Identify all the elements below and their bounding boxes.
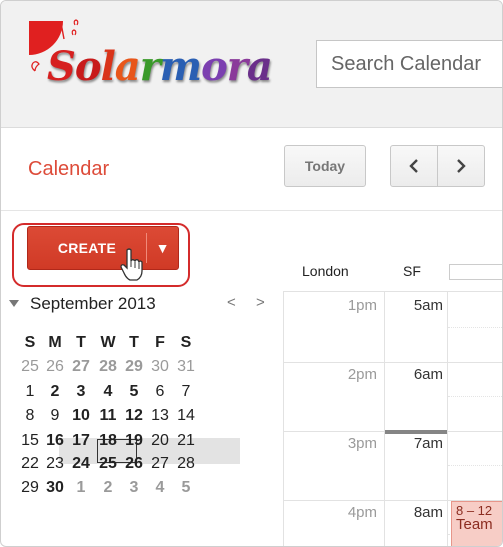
weekday-header: W xyxy=(100,334,116,351)
timezone-london-label: London xyxy=(302,263,349,279)
chevron-right-icon xyxy=(457,159,466,173)
mini-calendar-day[interactable]: 26 xyxy=(44,356,66,378)
mini-calendar-day[interactable]: 3 xyxy=(123,477,145,499)
mini-calendar-day[interactable]: 20 xyxy=(149,430,171,452)
mini-calendar-day[interactable]: 13 xyxy=(149,405,171,427)
mini-calendar-day[interactable]: 24 xyxy=(70,453,92,475)
mini-calendar-day[interactable]: 28 xyxy=(97,356,119,378)
weekday-header: S xyxy=(180,334,192,351)
weekday-header: M xyxy=(48,334,62,351)
create-button[interactable]: CREATE ▼ xyxy=(27,226,179,270)
weekday-header: T xyxy=(129,334,139,351)
mini-calendar-day[interactable]: 30 xyxy=(44,477,66,499)
mini-calendar-day[interactable]: 9 xyxy=(44,405,66,427)
mini-calendar-day[interactable]: 1 xyxy=(70,477,92,499)
hour-label-sf: 8am xyxy=(413,504,443,521)
mini-calendar-day[interactable]: 12 xyxy=(123,405,145,427)
hour-label-london: 2pm xyxy=(347,366,377,383)
mini-calendar-day[interactable]: 26 xyxy=(123,453,145,475)
tz-divider xyxy=(384,291,385,546)
mini-calendar-day[interactable]: 27 xyxy=(70,356,92,378)
calendar-window: Solarmora Calendar Today CREATE ▼ Septem… xyxy=(0,0,503,547)
mini-prev-month-button[interactable]: < xyxy=(227,294,236,311)
mini-calendar-day[interactable]: 6 xyxy=(149,381,171,403)
mini-calendar-month[interactable]: September 2013 xyxy=(30,294,156,314)
logo-wordmark: Solarmora xyxy=(47,43,273,90)
mini-calendar-day[interactable]: 2 xyxy=(97,477,119,499)
mini-calendar-day[interactable]: 8 xyxy=(19,405,41,427)
mini-calendar-day[interactable]: 5 xyxy=(123,381,145,403)
app-header: Solarmora xyxy=(1,1,502,128)
grid-left-border xyxy=(283,291,284,546)
page-title: Calendar xyxy=(28,158,110,180)
mini-calendar-day[interactable]: 16 xyxy=(44,430,66,452)
today-button[interactable]: Today xyxy=(284,145,366,187)
mini-calendar-day[interactable]: 21 xyxy=(175,430,197,452)
mini-next-month-button[interactable]: > xyxy=(256,294,265,311)
mini-calendar-day[interactable]: 18 xyxy=(97,430,119,452)
mini-calendar-day[interactable]: 3 xyxy=(70,381,92,403)
grid-top-border xyxy=(283,291,502,292)
mini-calendar-day[interactable]: 2 xyxy=(44,381,66,403)
mini-calendar-day[interactable]: 14 xyxy=(175,405,197,427)
search-box[interactable] xyxy=(316,40,502,88)
mini-calendar-day[interactable]: 27 xyxy=(149,453,171,475)
mini-calendar-day[interactable]: 19 xyxy=(123,430,145,452)
half-hour-line xyxy=(448,396,502,397)
half-hour-line xyxy=(448,465,502,466)
half-hour-line xyxy=(448,327,502,328)
solarmora-logo[interactable]: Solarmora xyxy=(13,19,273,115)
mini-calendar-day[interactable]: 15 xyxy=(19,430,41,452)
hour-label-london: 3pm xyxy=(347,435,377,452)
mini-calendar-day[interactable]: 23 xyxy=(44,453,66,475)
weekday-header: S xyxy=(24,334,36,351)
mini-calendar-day[interactable]: 4 xyxy=(149,477,171,499)
mini-calendar-day[interactable]: 11 xyxy=(97,405,119,427)
mini-calendar-day[interactable]: 30 xyxy=(149,356,171,378)
create-dropdown-button[interactable]: ▼ xyxy=(147,227,178,269)
mini-calendar-day[interactable]: 1 xyxy=(19,381,41,403)
mini-calendar-day[interactable]: 28 xyxy=(175,453,197,475)
mini-calendar-day[interactable]: 17 xyxy=(70,430,92,452)
hour-line xyxy=(283,362,502,363)
timezone-sf-label: SF xyxy=(403,263,421,279)
hour-label-sf: 7am xyxy=(413,435,443,452)
hour-label-sf: 6am xyxy=(413,366,443,383)
calendar-toolbar: Calendar Today xyxy=(1,128,502,211)
hand-cursor-icon xyxy=(120,248,143,281)
chevron-left-icon xyxy=(409,159,418,173)
hour-label-sf: 5am xyxy=(413,297,443,314)
mini-calendar-day[interactable]: 25 xyxy=(97,453,119,475)
event-block[interactable]: 8 – 12 Team xyxy=(451,501,502,546)
mini-calendar-day[interactable]: 25 xyxy=(19,356,41,378)
day-column-border xyxy=(447,291,448,546)
hour-label-london: 1pm xyxy=(347,297,377,314)
mini-calendar-day[interactable]: 5 xyxy=(175,477,197,499)
allday-row[interactable] xyxy=(449,264,502,280)
weekday-header: F xyxy=(155,334,165,351)
mini-calendar-day[interactable]: 7 xyxy=(175,381,197,403)
mini-calendar-day[interactable]: 29 xyxy=(123,356,145,378)
mini-calendar-day[interactable]: 4 xyxy=(97,381,119,403)
mini-calendar-day[interactable]: 10 xyxy=(70,405,92,427)
mini-calendar-day[interactable]: 29 xyxy=(19,477,41,499)
prev-period-button[interactable] xyxy=(390,145,438,187)
mini-calendar-header: September 2013 < > xyxy=(9,294,279,318)
mini-calendar-day[interactable]: 31 xyxy=(175,356,197,378)
collapse-triangle-icon[interactable] xyxy=(9,300,19,307)
weekday-header: T xyxy=(76,334,86,351)
next-period-button[interactable] xyxy=(437,145,485,187)
hour-label-london: 4pm xyxy=(347,504,377,521)
mini-calendar-day[interactable]: 22 xyxy=(19,453,41,475)
event-title: Team xyxy=(456,516,493,533)
current-time-indicator xyxy=(385,430,447,434)
search-input[interactable] xyxy=(317,41,502,87)
